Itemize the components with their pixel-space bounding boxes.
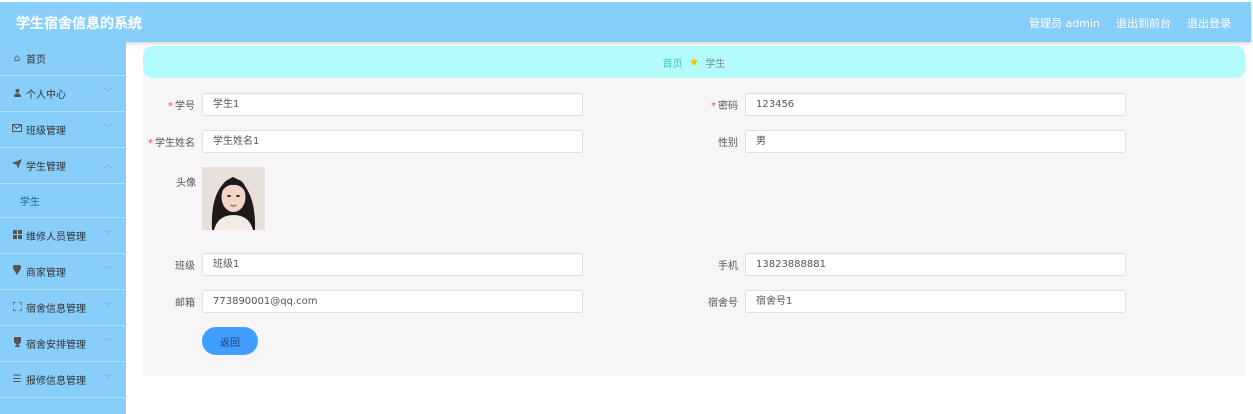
chevron-up-icon: ︿ [104, 160, 112, 169]
required-mark: * [168, 101, 173, 112]
class-field[interactable]: 班级1 [202, 253, 583, 276]
user-label: 管理员 admin [1029, 17, 1100, 30]
sidebar-item-class[interactable]: 班级管理 ﹀ [0, 112, 126, 148]
form-row-dorm-no: 宿舍号 宿舍号1 [686, 290, 1126, 313]
breadcrumb: 首页 ★ 学生 [143, 46, 1245, 78]
phone-field[interactable]: 13823888881 [745, 253, 1126, 276]
form-row-password: * 密码 123456 [686, 93, 1126, 116]
frontend-link[interactable]: 退出到前台 [1116, 15, 1171, 31]
student-name-field[interactable]: 学生姓名1 [202, 130, 583, 153]
sidebar-subitem-student[interactable]: 学生 [0, 184, 126, 218]
sidebar-item-label: 学生管理 [26, 162, 66, 173]
form-row-class: 班级 班级1 [143, 253, 583, 276]
sidebar: ⌂ 首页 个人中心 ﹀ 班级管理 ﹀ 学生管理 ︿ 学生 维修人员管理 ﹀ 商家… [0, 42, 126, 414]
app-title: 学生宿舍信息的系统 [16, 16, 142, 32]
sidebar-item-dorm-arrange[interactable]: 宿舍安排管理 ﹀ [0, 326, 126, 362]
class-label: 班级 [175, 261, 195, 272]
home-icon: ⌂ [13, 53, 21, 64]
dorm-no-field[interactable]: 宿舍号1 [745, 290, 1126, 313]
star-icon: ★ [688, 55, 700, 69]
password-label-text: 密码 [718, 101, 738, 112]
sidebar-item-repair-info[interactable]: ☰ 报修信息管理 ﹀ [0, 362, 126, 398]
sidebar-item-student[interactable]: 学生管理 ︿ [0, 148, 126, 184]
email-field[interactable]: 773890001@qq.com [202, 290, 583, 313]
mail-icon [10, 124, 24, 135]
chevron-down-icon: ﹀ [104, 302, 112, 311]
chevron-down-icon: ﹀ [104, 88, 112, 97]
sidebar-item-label: 班级管理 [26, 126, 66, 137]
chevron-down-icon: ﹀ [104, 124, 112, 133]
trophy-icon [10, 337, 24, 350]
form-row-gender: 性别 男 [686, 130, 1126, 153]
back-button[interactable]: 返回 [202, 327, 258, 355]
phone-label: 手机 [718, 261, 738, 272]
menu-icon: ☰ [12, 374, 22, 385]
required-mark: * [148, 138, 153, 149]
sidebar-item-label: 首页 [26, 55, 46, 66]
student-name-label-text: 学生姓名 [155, 138, 195, 149]
student-no-label: * 学号 [143, 97, 195, 112]
chevron-down-icon: ﹀ [104, 266, 112, 275]
required-mark: * [711, 101, 716, 112]
sidebar-item-dorm-info[interactable]: 宿舍信息管理 ﹀ [0, 290, 126, 326]
avatar-label: 头像 [176, 178, 196, 189]
sidebar-item-merchant[interactable]: 商家管理 ﹀ [0, 254, 126, 290]
sidebar-item-label: 维修人员管理 [26, 232, 86, 243]
gender-label: 性别 [718, 138, 738, 149]
password-field[interactable]: 123456 [745, 93, 1126, 116]
gender-field[interactable]: 男 [745, 130, 1126, 153]
student-no-field[interactable]: 学生1 [202, 93, 583, 116]
sidebar-item-label: 宿舍信息管理 [26, 304, 86, 315]
chevron-down-icon: ﹀ [104, 230, 112, 239]
form-row-phone: 手机 13823888881 [686, 253, 1126, 276]
logout-link[interactable]: 退出登录 [1187, 15, 1231, 31]
top-bar: 学生宿舍信息的系统 管理员 admin 退出到前台 退出登录 [0, 2, 1251, 42]
password-label: * 密码 [686, 97, 738, 112]
sidebar-item-home[interactable]: ⌂ 首页 [0, 42, 126, 76]
user-icon [10, 88, 24, 100]
dorm-no-label: 宿舍号 [708, 298, 738, 309]
form-row-email: 邮箱 773890001@qq.com [143, 290, 583, 313]
chevron-down-icon: ﹀ [104, 338, 112, 347]
grid-icon [10, 229, 24, 242]
student-name-label: * 学生姓名 [143, 134, 195, 149]
fullscreen-icon [10, 300, 24, 314]
sidebar-item-label: 个人中心 [26, 90, 66, 101]
breadcrumb-current: 学生 [705, 58, 726, 70]
email-label: 邮箱 [175, 298, 195, 309]
location-icon [10, 263, 24, 278]
sidebar-item-profile[interactable]: 个人中心 ﹀ [0, 76, 126, 112]
top-right-links: 管理员 admin 退出到前台 退出登录 [1029, 15, 1231, 31]
avatar-image[interactable] [202, 167, 265, 230]
chevron-down-icon: ﹀ [104, 374, 112, 383]
sidebar-item-label: 报修信息管理 [26, 376, 86, 387]
sidebar-item-label: 宿舍安排管理 [26, 340, 86, 351]
form-row-student-no: * 学号 学生1 [143, 93, 583, 116]
send-icon [10, 159, 24, 172]
main-content: 首页 ★ 学生 * 学号 学生1 * 密码 123456 * 学生姓名 学生姓名1 性… [143, 46, 1245, 376]
breadcrumb-home[interactable]: 首页 [663, 55, 683, 70]
sidebar-item-repair-staff[interactable]: 维修人员管理 ﹀ [0, 218, 126, 254]
sidebar-item-label: 商家管理 [26, 268, 66, 279]
student-no-label-text: 学号 [175, 101, 195, 112]
form-row-student-name: * 学生姓名 学生姓名1 [143, 130, 583, 153]
